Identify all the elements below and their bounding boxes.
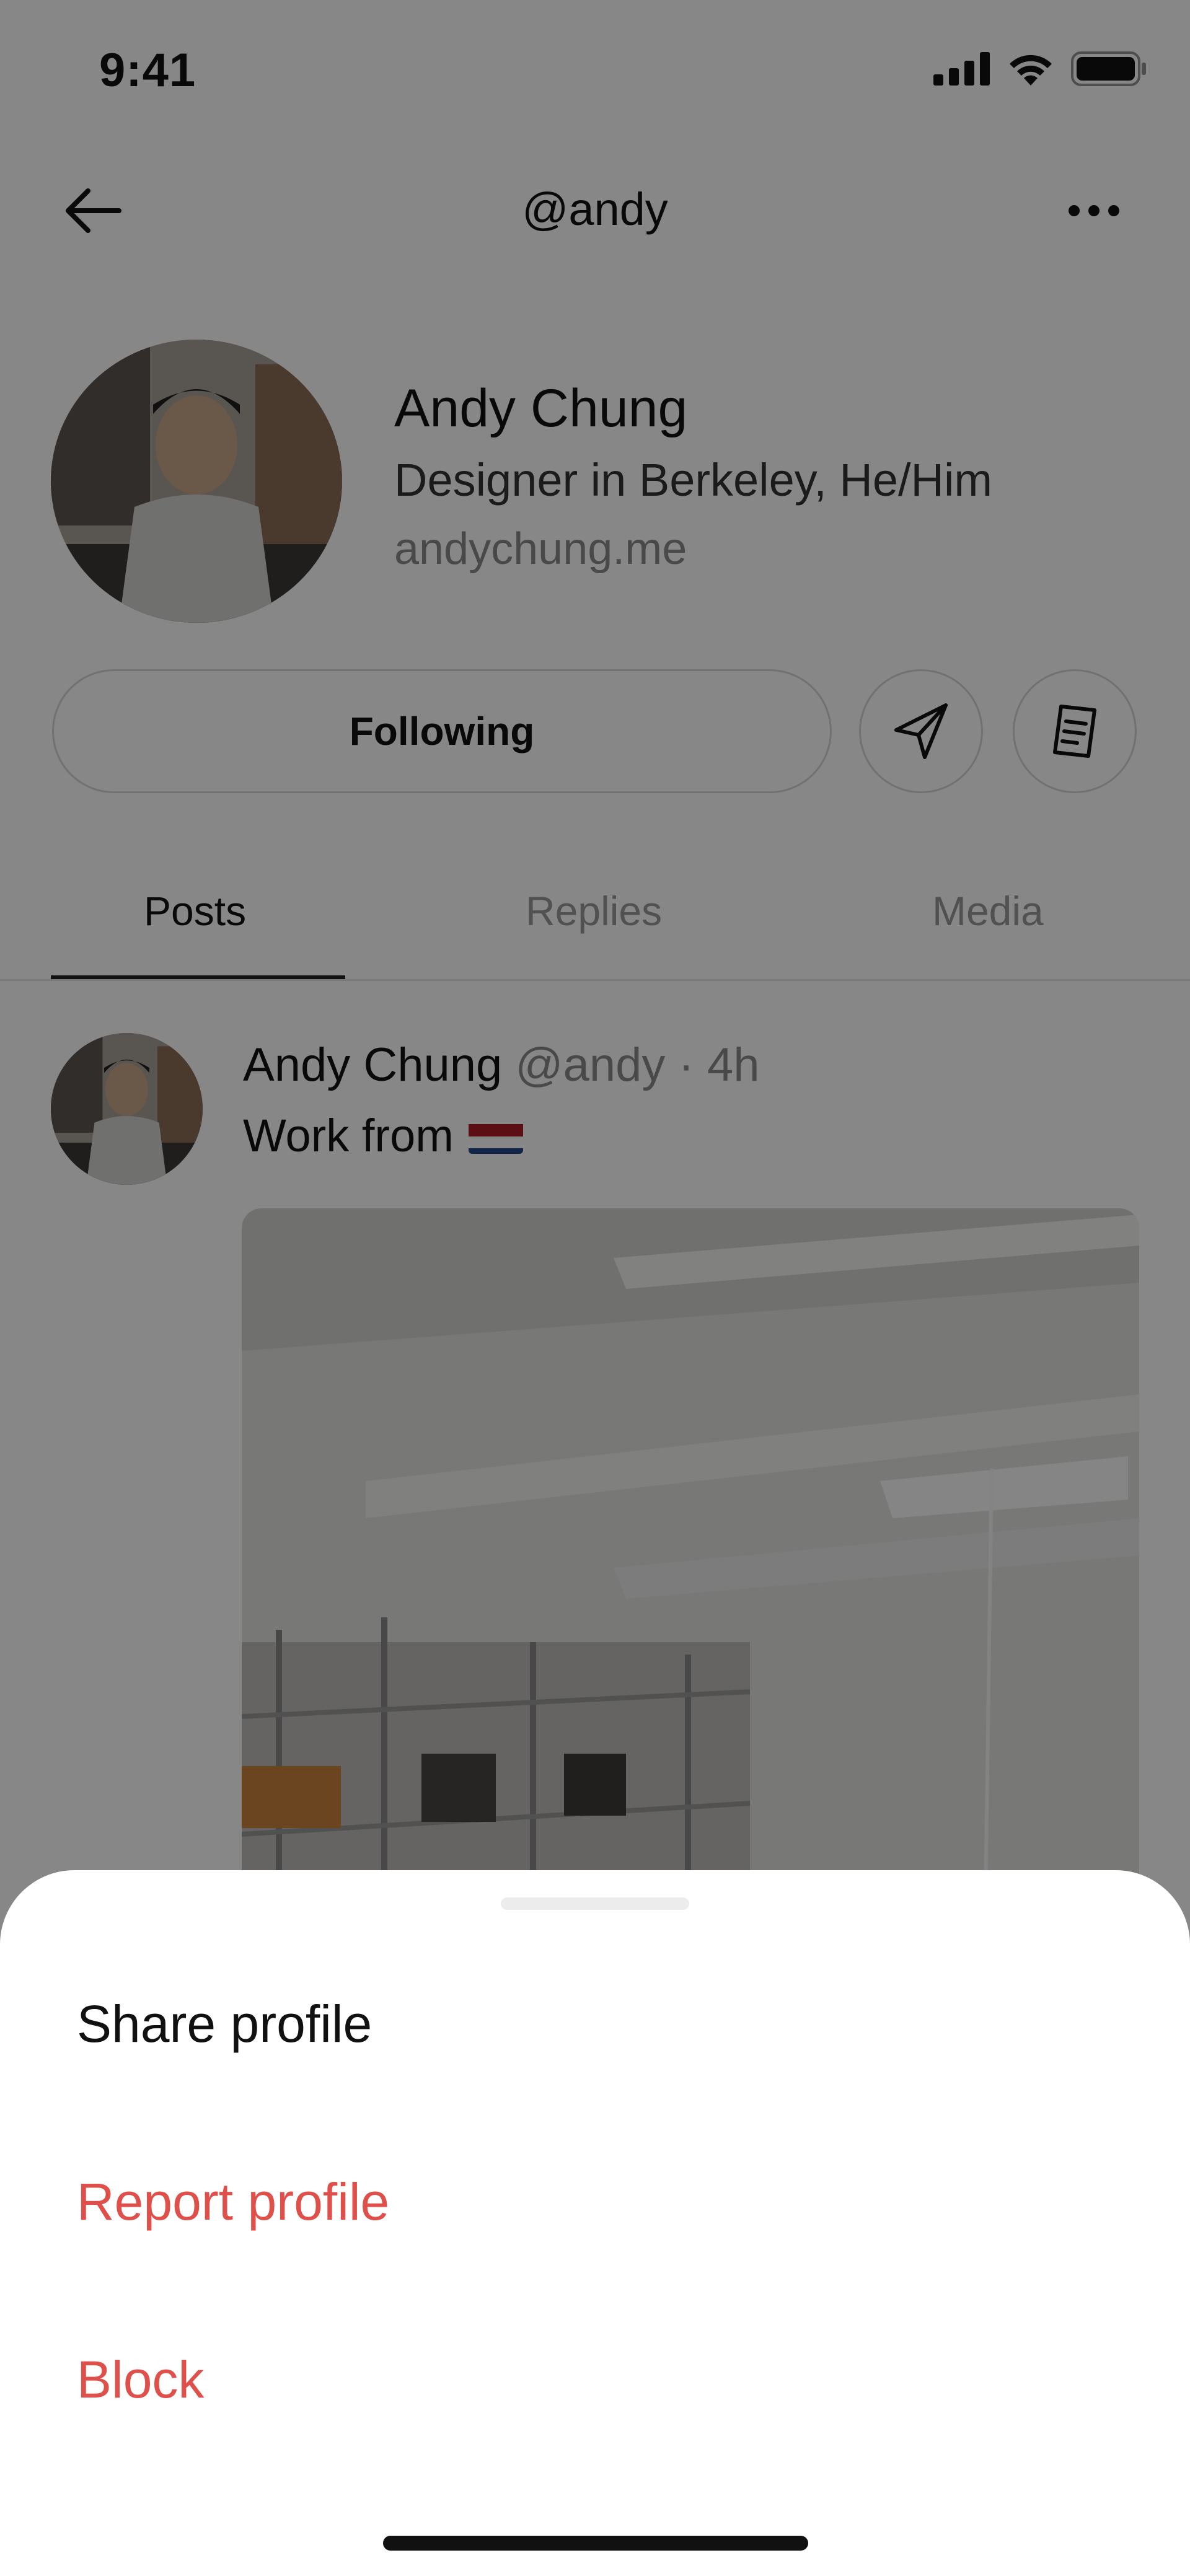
report-profile-option[interactable]: Report profile (77, 2172, 389, 2232)
block-option[interactable]: Block (77, 2350, 204, 2410)
sheet-grabber[interactable] (501, 1897, 689, 1910)
share-profile-option[interactable]: Share profile (77, 1994, 372, 2054)
action-sheet: Share profile Report profile Block (0, 1870, 1190, 2576)
home-indicator (383, 2536, 808, 2551)
profile-screen: 9:41 @andy Andy Chung Designer in Berkel… (0, 0, 1190, 2576)
